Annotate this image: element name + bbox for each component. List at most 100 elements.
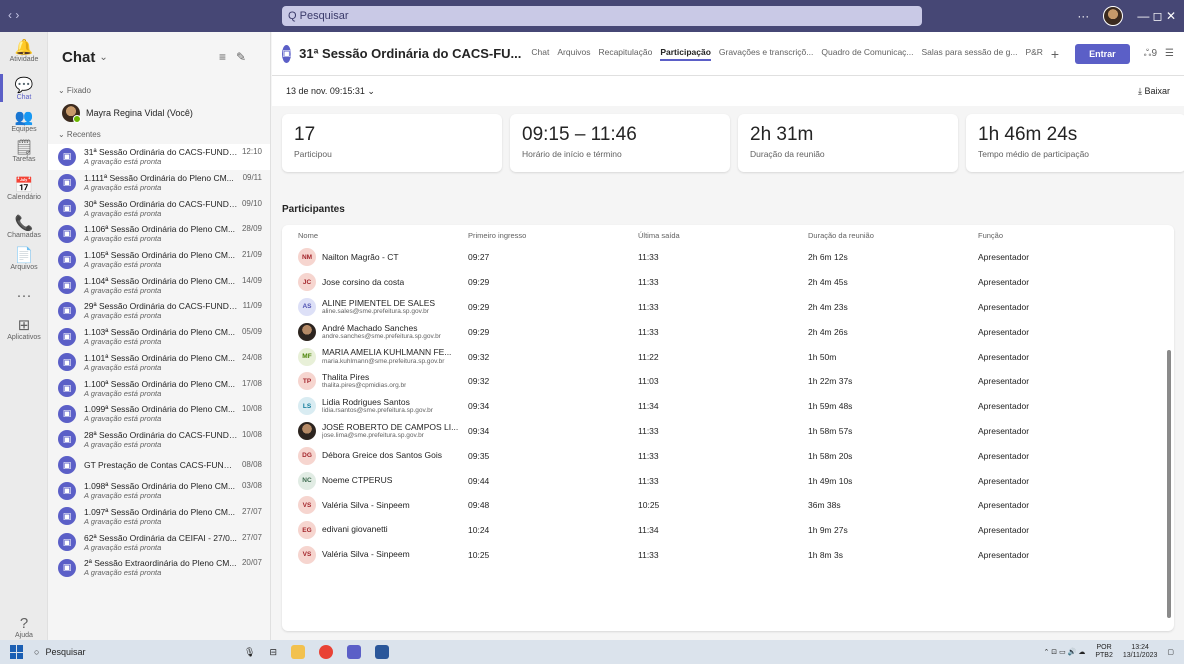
rail-item-more[interactable]: ··· [0,288,48,304]
chat-item-name: 1.106ª Sessão Ordinária do Pleno CM... [84,224,236,235]
taskview-icon[interactable]: ⊟ [269,647,277,658]
rail-item-chat[interactable]: 💬 Chat [0,78,48,102]
add-tab-icon[interactable]: + [1051,46,1059,62]
participant-name: edivani giovanetti [322,525,388,535]
meeting-chat-icon: ▣ [58,481,76,500]
chat-list-item[interactable]: ▣ 30ª Sessão Ordinária do CACS-FUNDE... 09… [48,195,270,221]
tab-0[interactable]: Chat [531,47,549,61]
clock[interactable]: 13:24 13/11/2023 [1123,644,1158,659]
duration-cell: 1h 22m 37s [808,376,853,387]
tray-icons[interactable]: ⌃ ⊡ ▭ 🔊 ☁ [1044,648,1086,656]
taskbar-apps: 🎙 ⊟ [244,645,389,659]
teams-icon[interactable] [346,645,361,659]
download-button[interactable]: ⤓ Baixar [1138,86,1170,97]
meeting-chat-icon: ▣ [58,558,76,577]
chat-list-item[interactable]: ▣ 1.104ª Sessão Ordinária do Pleno CM... 1… [48,272,270,298]
word-icon[interactable] [374,645,389,659]
tab-3[interactable]: Participação [660,47,711,61]
column-header[interactable]: Duração da reunião [808,231,978,240]
table-row: JOSÉ ROBERTO DE CAMPOS LI... jose.lima@sm… [282,419,1174,444]
filter-compose-icons[interactable]: ≡✎ [219,50,256,64]
rail-item-calendário[interactable]: 📅 Calendário [0,178,48,202]
first-join-cell: 09:34 [468,401,490,412]
rail-item-ajuda[interactable]: ? Ajuda [0,616,48,640]
chat-list-item[interactable]: ▣ GT Prestação de Contas CACS-FUNDEB 08/08 [48,452,270,478]
taskbar-search[interactable]: ○ Pesquisar [34,647,194,657]
rail-item-aplicativos[interactable]: ⊞ Aplicativos [0,318,48,342]
chat-list-item[interactable]: ▣ 1.101ª Sessão Ordinária do Pleno CM... 2… [48,350,270,376]
chat-list-item[interactable]: ▣ 1.098ª Sessão Ordinária do Pleno CM... 0… [48,478,270,504]
table-row: JC Jose corsino da costa 09:29 11:33 2h 4m 4… [282,270,1174,295]
chat-list-item[interactable]: ▣ 1.100ª Sessão Ordinária do Pleno CM... 1… [48,375,270,401]
chat-list-item[interactable]: ▣ 29ª Sessão Ordinária do CACS-FUNDE... 11… [48,298,270,324]
chat-list-item[interactable]: ▣ 1.111ª Sessão Ordinária do Pleno CM... 0… [48,170,270,196]
tab-2[interactable]: Recapitulação [598,47,652,61]
chat-item-name: 1.097ª Sessão Ordinária do Pleno CM... [84,506,236,517]
notification-icon[interactable]: ▢ [1167,648,1174,656]
chat-list-item[interactable]: ▣ 31ª Sessão Ordinária do CACS-FUNDE... 12… [48,144,270,170]
session-dropdown[interactable]: 13 de nov. 09:15:31 ⌄ [286,86,375,97]
participants-table: Nome Primeiro ingresso Última saída Duração… [282,225,1174,631]
chat-list-item[interactable]: ▣ 1.106ª Sessão Ordinária do Pleno CM... 2… [48,221,270,247]
chat-list-item[interactable]: ▣ 62ª Sessão Ordinária da CEIFAI - 27/0..… [48,529,270,555]
chat-item-name: 2ª Sessão Extraordinária do Pleno CM... [84,558,237,569]
chat-title[interactable]: Chat [62,49,95,66]
rail-item-tarefas[interactable]: 🗒 Tarefas [0,140,48,164]
meeting-chat-icon: ▣ [58,224,76,243]
recent-section-label[interactable]: ⌄ Recentes [48,126,270,144]
windows-start-icon[interactable] [10,645,24,659]
participants-icon[interactable]: ஃ9 [1144,48,1157,60]
column-header[interactable]: Última saída [638,231,808,240]
tab-1[interactable]: Arquivos [557,47,590,61]
participant-name: Valéria Silva - Sinpeem [322,550,410,560]
mic-icon[interactable]: 🎙 [244,647,255,658]
duration-cell: 2h 6m 12s [808,252,848,263]
rail-item-chamadas[interactable]: 📞 Chamadas [0,216,48,240]
rail-item-arquivos[interactable]: 📄 Arquivos [0,248,48,272]
chat-list-item[interactable]: ▣ 28ª Sessão Ordinária do CACS-FUNDE... 10… [48,427,270,453]
stat-label: Horário de início e término [522,149,622,159]
tab-4[interactable]: Gravações e transcriçõ... [719,47,813,61]
chrome-icon[interactable] [318,645,333,659]
chat-item-body: 29ª Sessão Ordinária do CACS-FUNDE... 11/… [84,301,262,320]
meeting-chat-icon: ▣ [58,507,76,526]
pinned-section-label[interactable]: ⌄ Fixado [48,82,270,100]
avatar: AS [298,297,316,316]
avatar: EG [298,521,316,540]
chat-item-body: 2ª Sessão Extraordinária do Pleno CM... 2… [84,558,262,577]
rail-item-atividade[interactable]: 🔔 Atividade [0,40,48,64]
chat-list-item[interactable]: ▣ 1.097ª Sessão Ordinária do Pleno CM... 2… [48,504,270,530]
language-indicator[interactable]: POR PTB2 [1095,644,1113,659]
chat-list-item[interactable]: ▣ 2ª Sessão Extraordinária do Pleno CM...… [48,555,270,581]
profile-avatar[interactable] [1103,6,1124,26]
nav-arrows[interactable]: ‹ › [8,8,19,22]
column-header[interactable]: Função [978,231,1148,240]
chat-list-item[interactable]: ▣ 1.105ª Sessão Ordinária do Pleno CM... 2… [48,247,270,273]
rail-item-equipes[interactable]: 👥 Equipes [0,110,48,134]
search-input[interactable]: Q Pesquisar [282,6,922,26]
scrollbar[interactable] [1167,350,1171,618]
tab-7[interactable]: P&R [1025,47,1042,61]
chat-item-body: 1.111ª Sessão Ordinária do Pleno CM... 09… [84,173,262,192]
last-leave-cell: 11:33 [638,277,659,288]
chat-item-date: 09/10 [241,198,262,208]
explorer-icon[interactable] [290,645,305,659]
last-leave-cell: 11:33 [638,549,659,560]
participant-name-cell: AS ALINE PIMENTEL DE SALES aline.sales@sme… [298,297,468,316]
window-buttons[interactable]: — ◻ ✕ [1137,9,1176,23]
chat-item-date: 11/09 [242,301,262,311]
column-header[interactable]: Nome [298,231,468,240]
join-button[interactable]: Entrar [1075,43,1130,64]
chat-list-panel: Chat ⌄ ≡✎ ⌄ Fixado Mayra Regina Vidal (V… [48,32,271,640]
tab-6[interactable]: Salas para sessão de g... [922,47,1018,61]
chat-list-item[interactable]: ▣ 1.103ª Sessão Ordinária do Pleno CM... 0… [48,324,270,350]
last-leave-cell: 10:25 [638,500,660,511]
chevron-down-icon[interactable]: ⌄ [99,52,107,63]
chat-list-item[interactable]: ▣ 1.099ª Sessão Ordinária do Pleno CM... 1… [48,401,270,427]
chat-item-body: 31ª Sessão Ordinária do CACS-FUNDE... 12:… [84,147,262,166]
column-header[interactable]: Primeiro ingresso [468,231,638,240]
pinned-chat[interactable]: Mayra Regina Vidal (Você) [48,100,270,126]
more-options-icon[interactable]: ··· [1077,9,1089,23]
tab-5[interactable]: Quadro de Comunicaç... [821,47,913,61]
list-icon[interactable]: ☰ [1165,48,1174,59]
